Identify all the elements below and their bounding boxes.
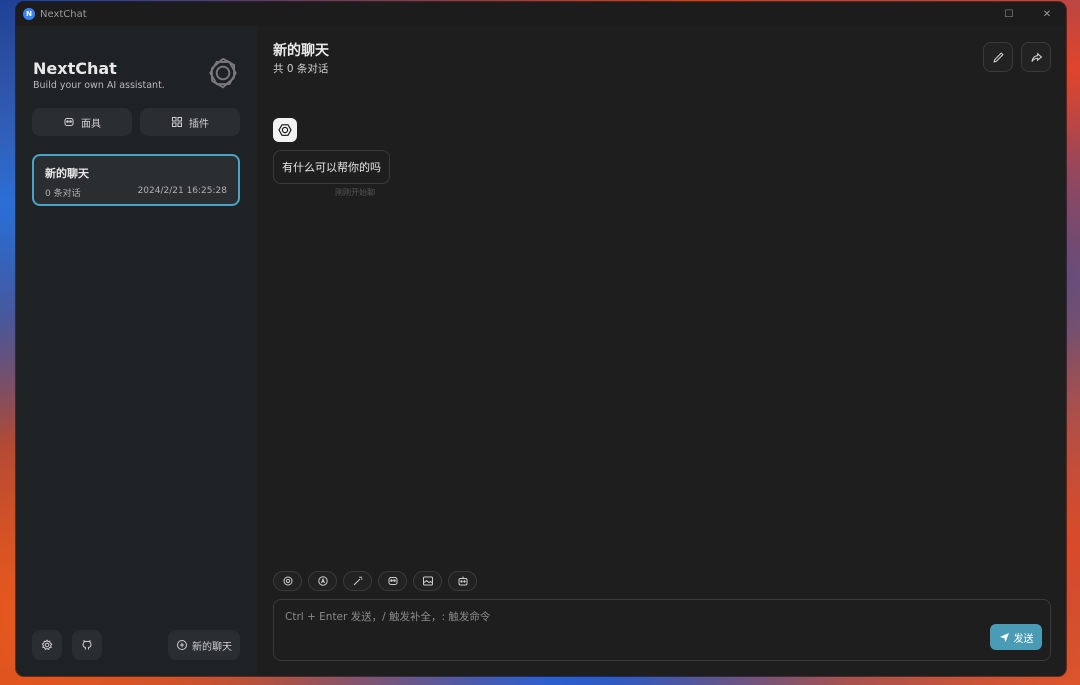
chat-subtitle: 共 0 条对话	[273, 63, 329, 75]
openai-logo-icon	[278, 124, 292, 136]
bot-avatar	[273, 118, 297, 142]
send-label: 发送	[1013, 633, 1034, 645]
chat-item-title: 新的聊天	[45, 167, 89, 180]
robot-icon	[458, 576, 467, 586]
share-button[interactable]	[1021, 42, 1051, 72]
plugin-grid-icon	[172, 117, 182, 127]
settings-button[interactable]	[32, 630, 62, 660]
message-status: 刚刚开始聊	[335, 188, 375, 197]
window-controls: ☐ ✕	[990, 2, 1066, 26]
chat-list-item[interactable]: 新的聊天 0 条对话 2024/2/21 16:25:28	[32, 154, 240, 206]
chat-action-bar	[273, 571, 477, 591]
chat-input-box: 发送	[273, 599, 1051, 661]
bot-message-text: 有什么可以帮你的吗	[282, 161, 381, 174]
bot-message: 有什么可以帮你的吗	[273, 150, 390, 184]
chat-input[interactable]	[274, 600, 1050, 660]
robot-chip[interactable]	[448, 571, 477, 591]
openai-logo-icon	[209, 57, 237, 89]
plugin-button-label: 插件	[189, 118, 209, 130]
send-icon	[999, 632, 1009, 642]
gear-icon	[41, 639, 53, 650]
prompt-chip[interactable]	[343, 571, 372, 591]
image-icon	[422, 576, 433, 586]
rename-button[interactable]	[983, 42, 1013, 72]
theme-chip[interactable]	[308, 571, 337, 591]
maximize-button[interactable]: ☐	[990, 2, 1028, 26]
new-chat-button[interactable]: 新的聊天	[168, 630, 240, 660]
plugin-button[interactable]: 插件	[140, 108, 240, 136]
send-button[interactable]: 发送	[990, 624, 1042, 650]
chat-settings-chip[interactable]	[273, 571, 302, 591]
chat-item-time: 2024/2/21 16:25:28	[137, 186, 227, 196]
brand-title: NextChat	[33, 59, 117, 78]
new-chat-label: 新的聊天	[192, 641, 232, 653]
mask-icon	[64, 118, 74, 126]
gear-icon	[283, 576, 292, 586]
mask-icon	[388, 577, 397, 585]
window-title: NextChat	[40, 8, 87, 20]
github-icon	[82, 639, 92, 650]
mask-chip[interactable]	[378, 571, 407, 591]
chat-item-count: 0 条对话	[45, 189, 81, 199]
app-icon: N	[23, 8, 35, 20]
app-window: N NextChat ☐ ✕ NextChat Build your own A…	[16, 2, 1066, 676]
add-circle-icon	[177, 640, 187, 650]
sidebar: NextChat Build your own AI assistant. 面具…	[16, 26, 257, 676]
auto-theme-icon	[317, 576, 328, 586]
github-button[interactable]	[72, 630, 102, 660]
chat-main: 新的聊天 共 0 条对话 有什么可以帮你的吗 刚刚开始聊 Ctrl + Ente…	[257, 26, 1066, 676]
image-chip[interactable]	[413, 571, 442, 591]
brand-subtitle: Build your own AI assistant.	[33, 80, 165, 91]
share-icon	[1030, 52, 1042, 62]
magic-wand-icon	[353, 576, 362, 586]
pencil-icon	[992, 51, 1004, 63]
close-window-button[interactable]: ✕	[1028, 2, 1066, 26]
mask-button[interactable]: 面具	[32, 108, 132, 136]
mask-button-label: 面具	[81, 118, 101, 130]
title-bar: N NextChat ☐ ✕	[16, 2, 1066, 26]
chat-title: 新的聊天	[273, 43, 329, 59]
